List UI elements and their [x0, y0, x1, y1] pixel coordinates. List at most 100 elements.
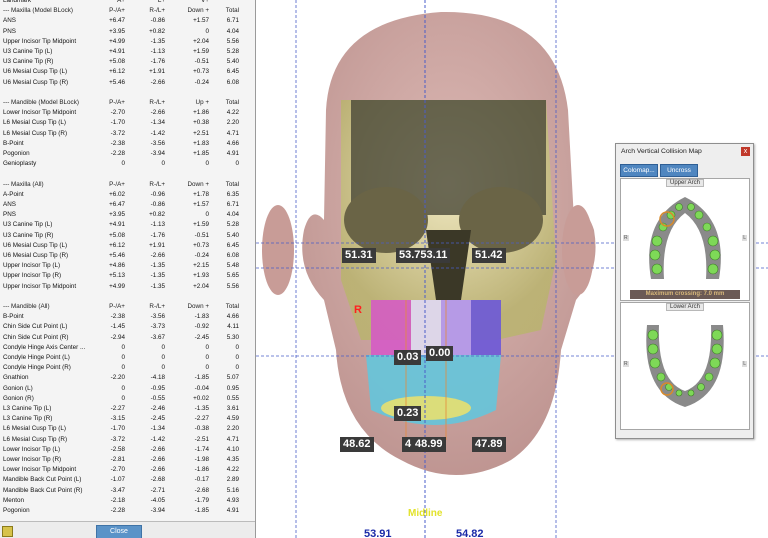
- table-row[interactable]: B-Point -2.38 -3.56 -1.83 4.66: [0, 312, 255, 322]
- table-row[interactable]: Lower Incisor Tip Midpoint -2.70 -2.66 +1.8…: [0, 108, 255, 118]
- table-row[interactable]: Condyle Hinge Point (L) 0 0 0 0: [0, 353, 255, 363]
- table-row[interactable]: U3 Canine Tip (L) +4.91 -1.13 +1.59 5.28: [0, 220, 255, 230]
- close-button[interactable]: Close: [96, 525, 142, 538]
- table-row[interactable]: Mandible Back Cut Point (L) -1.07 -2.68 -0.…: [0, 475, 255, 485]
- row-value: 0: [121, 160, 125, 168]
- row-value: +6.12: [109, 68, 125, 76]
- row-label: Upper Incisor Tip Midpoint: [3, 282, 77, 290]
- table-row[interactable]: U3 Canine Tip (R) +5.08 -1.76 -0.51 5.40: [0, 231, 255, 241]
- row-value: 4.11: [227, 323, 239, 331]
- row-value: +2.15: [193, 262, 209, 270]
- row-value: Total: [225, 99, 239, 106]
- bottom-number: 54.82: [456, 528, 484, 538]
- table-row[interactable]: Menton -2.18 -4.05 -1.79 4.93: [0, 496, 255, 506]
- table-row[interactable]: U6 Mesial Cusp Tip (R) +5.46 -2.66 -0.24 6.0…: [0, 251, 255, 261]
- row-value: -1.85: [194, 374, 209, 382]
- row-value: -2.66: [150, 252, 165, 259]
- dialog-title: Arch Vertical Collision Map: [621, 148, 702, 155]
- table-row[interactable]: L6 Mesial Cusp Tip (R) -3.72 -1.42 +2.51 4.7…: [0, 129, 255, 139]
- row-value: +2.04: [193, 282, 209, 290]
- table-row[interactable]: [0, 169, 255, 179]
- table-row[interactable]: U6 Mesial Cusp Tip (L) +6.12 +1.91 +0.73 6.4…: [0, 241, 255, 251]
- row-value: 0: [161, 343, 165, 351]
- table-row[interactable]: L6 Mesial Cusp Tip (L) -1.70 -1.34 +0.38 2.2…: [0, 118, 255, 128]
- table-row[interactable]: [0, 88, 255, 98]
- row-label: Pogonion: [3, 150, 30, 157]
- row-value: +5.08: [109, 231, 125, 239]
- row-value: -3.73: [150, 323, 165, 331]
- row-label: U3 Canine Tip (R): [3, 58, 54, 66]
- upper-arch-panel: Upper Arch R L: [620, 178, 750, 301]
- table-row[interactable]: Lower Incisor Tip (R) -2.81 -2.66 -1.98 4.35: [0, 455, 255, 465]
- table-row[interactable]: Condyle Hinge Point (R) 0 0 0 0: [0, 363, 255, 373]
- table-row[interactable]: Pogonion -2.28 -3.94 -1.85 4.91: [0, 506, 255, 516]
- table-row[interactable]: --- Maxilla (All) P-/A+ R-/L+ Down + Total: [0, 180, 255, 190]
- table-row[interactable]: Pogonion -2.28 -3.94 +1.85 4.91: [0, 149, 255, 159]
- uncross-button[interactable]: Uncross: [660, 164, 698, 177]
- row-value: -1.35: [150, 282, 165, 290]
- table-row[interactable]: B-Point -2.38 -3.56 +1.83 4.66: [0, 139, 255, 149]
- table-row[interactable]: ANS +6.47 -0.86 +1.57 6.71: [0, 200, 255, 210]
- row-label: Lower Incisor Tip (L): [3, 445, 61, 453]
- dialog-close-button[interactable]: x: [741, 147, 750, 156]
- ear-left: [262, 205, 294, 295]
- row-value: 6.08: [226, 252, 239, 259]
- collision-map-dialog[interactable]: Arch Vertical Collision Map x Colomap...…: [615, 143, 754, 439]
- export-icon[interactable]: [2, 526, 13, 537]
- table-row[interactable]: Chin Side Cut Point (R) -2.94 -3.67 -2.45 5.…: [0, 333, 255, 343]
- table-row[interactable]: Lower Incisor Tip (L) -2.58 -2.66 -1.74 4.10: [0, 445, 255, 455]
- table-row[interactable]: Gnathion -2.20 -4.18 -1.85 5.07: [0, 373, 255, 383]
- row-value: -1.34: [150, 119, 165, 127]
- table-row[interactable]: [0, 292, 255, 302]
- row-value: 4.91: [226, 507, 239, 514]
- row-value: R-/L+: [149, 180, 165, 188]
- table-row[interactable]: Gonion (R) 0 -0.55 +0.02 0.55: [0, 394, 255, 404]
- table-row[interactable]: Landmark A+ L+ V+: [0, 0, 255, 6]
- colormap-button[interactable]: Colomap...: [620, 164, 658, 177]
- table-row[interactable]: PNS +3.95 +0.82 0 4.04: [0, 210, 255, 220]
- table-row[interactable]: U6 Mesial Cusp Tip (R) +5.46 -2.66 -0.24 6.0…: [0, 78, 255, 88]
- table-row[interactable]: L3 Canine Tip (L) -2.27 -2.46 -1.35 3.61: [0, 404, 255, 414]
- row-value: 0: [235, 354, 239, 361]
- table-row[interactable]: U3 Canine Tip (R) +5.08 -1.76 -0.51 5.40: [0, 57, 255, 67]
- measure-label: 0.00: [426, 346, 454, 361]
- row-value: 5.40: [226, 58, 239, 66]
- table-row[interactable]: Lower Incisor Tip Midpoint -2.70 -2.66 -1.8…: [0, 465, 255, 475]
- row-value: V+: [201, 0, 209, 4]
- row-value: -0.86: [150, 17, 165, 25]
- table-row[interactable]: --- Maxilla (Model BLock) P-/A+ R-/L+ Down …: [0, 6, 255, 16]
- table-row[interactable]: L6 Mesial Cusp Tip (L) -1.70 -1.34 -0.38 2.2…: [0, 424, 255, 434]
- table-row[interactable]: U6 Mesial Cusp Tip (L) +6.12 +1.91 +0.73 6.4…: [0, 67, 255, 77]
- table-row[interactable]: L3 Canine Tip (R) -3.15 -2.45 -2.27 4.59: [0, 414, 255, 424]
- table-row[interactable]: PNS +3.95 +0.82 0 4.04: [0, 27, 255, 37]
- row-value: -3.72: [110, 129, 125, 137]
- table-row[interactable]: Gonion (L) 0 -0.95 -0.04 0.95: [0, 384, 255, 394]
- row-value: -1.35: [150, 262, 165, 270]
- table-row[interactable]: --- Mandible (All) P-/A+ R-/L+ Down + Total: [0, 302, 255, 312]
- table-row[interactable]: --- Mandible (Model BLock) P-/A+ R-/L+ Up +…: [0, 98, 255, 108]
- row-label: --- Maxilla (All): [3, 180, 44, 188]
- table-row[interactable]: Chin Side Cut Point (L) -1.45 -3.73 -0.92 4.…: [0, 322, 255, 332]
- table-row[interactable]: Condyle Hinge Axis Center ... 0 0 0 0: [0, 343, 255, 353]
- table-row[interactable]: Upper Incisor Tip (L) +4.86 -1.35 +2.15 5.48: [0, 261, 255, 271]
- row-value: -2.20: [110, 374, 125, 382]
- row-value: -2.38: [110, 139, 125, 147]
- row-value: 5.16: [226, 486, 239, 494]
- row-label: Gonion (R): [3, 394, 34, 402]
- table-row[interactable]: A-Point +6.02 -0.96 +1.78 6.35: [0, 190, 255, 200]
- table-row[interactable]: Upper Incisor Tip Midpoint +4.99 -1.35 +2.0…: [0, 282, 255, 292]
- row-value: 0.55: [226, 394, 239, 402]
- table-row[interactable]: Upper Incisor Tip Midpoint +4.99 -1.35 +2.0…: [0, 37, 255, 47]
- row-value: Down +: [187, 7, 209, 15]
- row-value: 0: [205, 364, 209, 372]
- row-value: -0.55: [150, 394, 165, 402]
- table-row[interactable]: Upper Incisor Tip (R) +5.13 -1.35 +1.93 5.65: [0, 271, 255, 281]
- row-label: B-Point: [3, 139, 24, 147]
- row-label: Lower Incisor Tip Midpoint: [3, 466, 77, 474]
- table-row[interactable]: Genioplasty 0 0 0 0: [0, 159, 255, 169]
- table-row[interactable]: U3 Canine Tip (L) +4.91 -1.13 +1.59 5.28: [0, 47, 255, 57]
- table-row[interactable]: L6 Mesial Cusp Tip (R) -3.72 -1.42 -2.51 4.7…: [0, 435, 255, 445]
- table-row[interactable]: Mandible Back Cut Point (R) -3.47 -2.71 -2.…: [0, 486, 255, 496]
- table-row[interactable]: ANS +6.47 -0.86 +1.57 6.71: [0, 16, 255, 26]
- measurement-table-panel: Landmark A+ L+ V+ --- Maxilla (Model BLock) P…: [0, 0, 256, 538]
